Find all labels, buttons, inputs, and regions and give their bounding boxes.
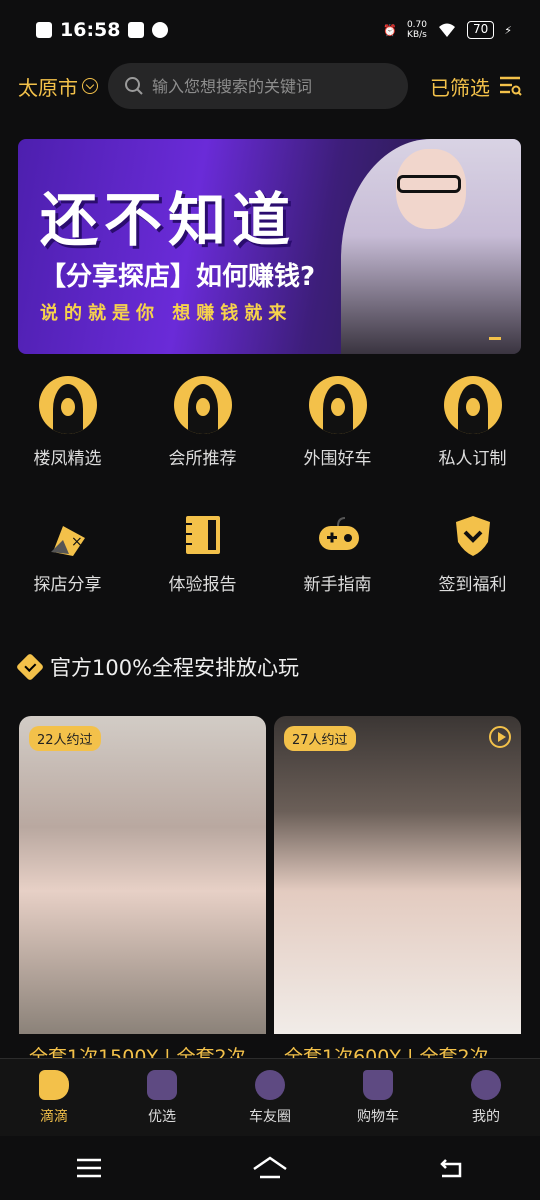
search-icon — [125, 77, 143, 95]
filter-icon — [500, 76, 522, 96]
tab-community[interactable]: 车友圈 — [216, 1059, 324, 1136]
city-label: 太原市 — [18, 75, 78, 100]
filter-label: 已筛选 — [430, 75, 490, 100]
notebook-icon — [185, 516, 220, 554]
category-checkin[interactable]: 签到福利 — [405, 510, 540, 595]
menu-icon[interactable] — [74, 1156, 104, 1180]
tab-home[interactable]: 滴滴 — [0, 1059, 108, 1136]
search-box[interactable] — [108, 63, 408, 109]
system-nav-bar — [0, 1136, 540, 1200]
status-time: 16:58 — [60, 19, 121, 41]
booking-count-badge: 27人约过 — [284, 726, 356, 751]
tab-label: 优选 — [148, 1108, 176, 1125]
back-icon[interactable] — [436, 1156, 466, 1180]
shield-icon — [455, 516, 490, 556]
planet-icon — [255, 1069, 285, 1100]
status-bar: 16:58 ⏰ 0.70 KB/s 70 ⚡ — [0, 0, 540, 60]
category-club[interactable]: 会所推荐 — [135, 376, 270, 469]
flag-icon: × — [50, 526, 85, 556]
banner-pager — [489, 337, 501, 340]
net-speed: 0.70 KB/s — [407, 20, 427, 40]
diamond-icon — [15, 652, 45, 682]
home-icon[interactable] — [252, 1155, 288, 1181]
tab-profile[interactable]: 我的 — [432, 1059, 540, 1136]
banner-glasses — [397, 175, 461, 193]
tab-cart[interactable]: 购物车 — [324, 1059, 432, 1136]
filter-button[interactable]: 已筛选 — [430, 72, 522, 101]
notification-icon — [36, 22, 52, 38]
search-input[interactable] — [152, 76, 382, 96]
woman-silhouette-icon — [38, 376, 97, 434]
svg-text:×: × — [71, 534, 83, 550]
category-guide[interactable]: 新手指南 — [270, 510, 405, 595]
booking-count-badge: 22人约过 — [29, 726, 101, 751]
listing-card[interactable]: 27人约过 全套1次600Y | 全套2次 — [274, 716, 521, 1061]
woman-silhouette-icon — [443, 376, 502, 434]
category-grid-row1: 楼凤精选 会所推荐 外围好车 私人订制 — [0, 376, 540, 469]
tab-label: 我的 — [472, 1108, 500, 1125]
category-label: 外围好车 — [303, 449, 372, 469]
category-label: 探店分享 — [33, 575, 102, 595]
woman-silhouette-icon — [173, 376, 232, 434]
tab-label: 车友圈 — [249, 1108, 291, 1125]
category-grid-row2: × 探店分享 体验报告 新手指南 签到福利 — [0, 510, 540, 595]
listing-photo — [19, 716, 266, 1034]
category-custom[interactable]: 私人订制 — [405, 376, 540, 469]
wifi-icon — [438, 23, 455, 37]
tab-featured[interactable]: 优选 — [108, 1059, 216, 1136]
cart-icon — [363, 1069, 393, 1100]
category-label: 签到福利 — [438, 575, 507, 595]
woman-silhouette-icon — [308, 376, 367, 434]
banner-headline: 还不知道 — [40, 186, 297, 254]
category-report[interactable]: 体验报告 — [135, 510, 270, 595]
compass-icon — [152, 22, 169, 38]
banner-tagline: 说的就是你 想赚钱就来 — [40, 303, 293, 324]
chevron-down-icon — [82, 78, 98, 94]
city-selector[interactable]: 太原市 — [18, 72, 98, 101]
net-speed-unit: KB/s — [407, 30, 427, 40]
category-label: 新手指南 — [303, 575, 372, 595]
category-label: 楼凤精选 — [33, 449, 102, 469]
section-title: 官方100%全程安排放心玩 — [50, 656, 300, 680]
heart-profile-icon — [471, 1069, 501, 1100]
category-label: 会所推荐 — [168, 449, 237, 469]
category-loufeng[interactable]: 楼凤精选 — [0, 376, 135, 469]
star-icon — [147, 1069, 177, 1100]
banner-subheadline: 【分享探店】如何赚钱? — [40, 262, 316, 292]
bottom-tab-bar: 滴滴 优选 车友圈 购物车 我的 — [0, 1058, 540, 1136]
tab-label: 购物车 — [357, 1108, 399, 1125]
charging-icon: ⚡ — [504, 23, 512, 37]
play-icon[interactable] — [489, 726, 511, 748]
category-label: 私人订制 — [438, 449, 507, 469]
category-label: 体验报告 — [168, 575, 237, 595]
home-logo-icon — [39, 1069, 69, 1100]
section-header: 官方100%全程安排放心玩 — [15, 652, 300, 682]
battery-indicator: 70 — [466, 21, 495, 39]
top-bar: 太原市 已筛选 — [0, 62, 540, 110]
listing-photo — [274, 716, 521, 1034]
alarm-icon: ⏰ — [383, 23, 397, 37]
promo-banner[interactable]: 还不知道 【分享探店】如何赚钱? 说的就是你 想赚钱就来 — [18, 139, 521, 354]
category-outcall[interactable]: 外围好车 — [270, 376, 405, 469]
app-icon — [128, 22, 145, 38]
net-speed-value: 0.70 — [406, 20, 427, 30]
gamepad-icon — [318, 517, 359, 550]
category-shop-share[interactable]: × 探店分享 — [0, 510, 135, 595]
tab-label: 滴滴 — [40, 1108, 68, 1125]
listing-card[interactable]: 22人约过 全套1次1500Y | 全套2次 — [19, 716, 266, 1061]
